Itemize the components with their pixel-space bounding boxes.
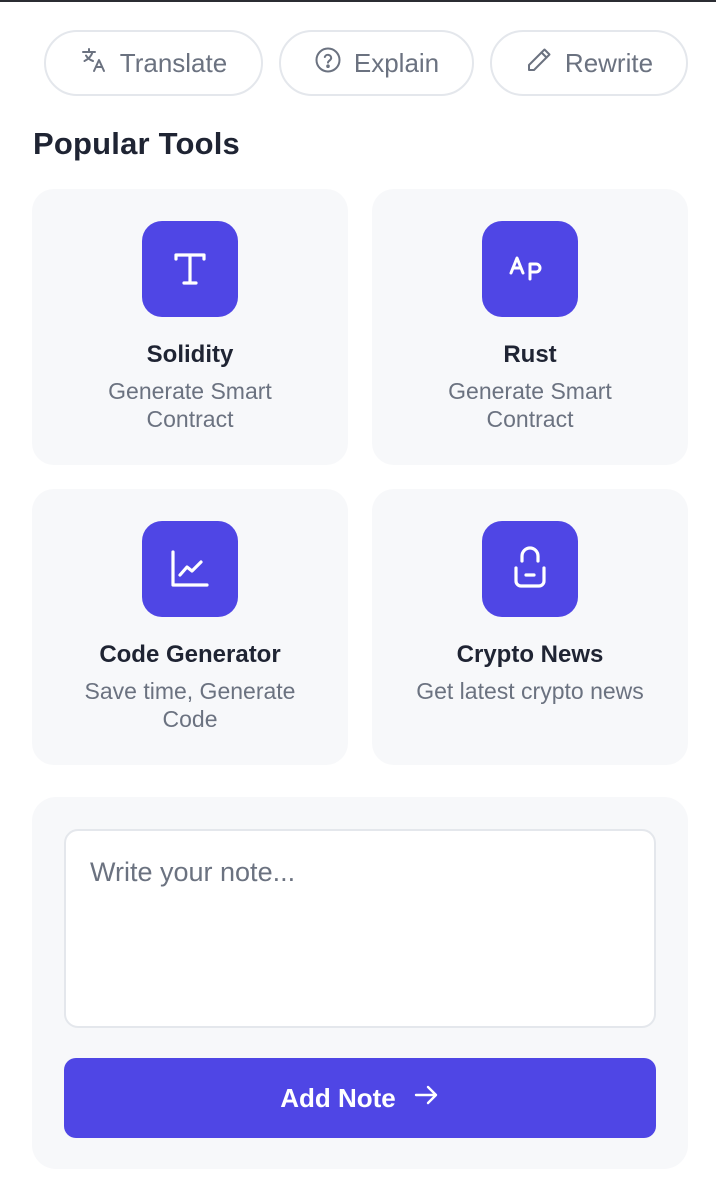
pencil-icon xyxy=(525,46,553,81)
tool-card-solidity[interactable]: Solidity Generate Smart Contract xyxy=(32,189,348,465)
ap-letters-icon xyxy=(482,221,578,317)
note-panel: Add Note xyxy=(32,797,688,1169)
tool-card-code-generator[interactable]: Code Generator Save time, Generate Code xyxy=(32,489,348,765)
tool-description: Generate Smart Contract xyxy=(108,378,272,432)
translate-label: Translate xyxy=(119,47,228,78)
tool-name: Code Generator xyxy=(99,641,281,668)
chart-line-icon xyxy=(142,521,238,617)
tool-name: Solidity xyxy=(146,341,234,368)
tool-description: Generate Smart Contract xyxy=(448,378,612,432)
translate-button[interactable]: Translate xyxy=(44,30,263,96)
lock-open-icon xyxy=(482,521,578,617)
tools-grid: Solidity Generate Smart Contract Rust Ge… xyxy=(32,189,688,765)
add-note-button[interactable]: Add Note xyxy=(64,1058,656,1138)
tool-name: Crypto News xyxy=(456,641,604,668)
section-title: Popular Tools xyxy=(33,126,240,161)
explain-button[interactable]: Explain xyxy=(279,30,474,96)
translate-icon xyxy=(80,46,108,81)
rewrite-button[interactable]: Rewrite xyxy=(490,30,688,96)
question-circle-icon xyxy=(314,46,342,81)
arrow-right-icon xyxy=(412,1081,440,1116)
top-divider xyxy=(0,0,716,2)
tool-card-crypto-news[interactable]: Crypto News Get latest crypto news xyxy=(372,489,688,765)
tool-name: Rust xyxy=(503,341,557,368)
tool-description: Get latest crypto news xyxy=(416,678,644,704)
quick-actions: Translate Explain Rewrite xyxy=(44,30,688,96)
rewrite-label: Rewrite xyxy=(564,47,654,78)
explain-label: Explain xyxy=(353,47,440,78)
text-t-icon xyxy=(142,221,238,317)
tool-card-rust[interactable]: Rust Generate Smart Contract xyxy=(372,189,688,465)
add-note-label: Add Note xyxy=(280,1082,396,1113)
note-input[interactable] xyxy=(64,829,656,1028)
tool-description: Save time, Generate Code xyxy=(84,678,296,732)
